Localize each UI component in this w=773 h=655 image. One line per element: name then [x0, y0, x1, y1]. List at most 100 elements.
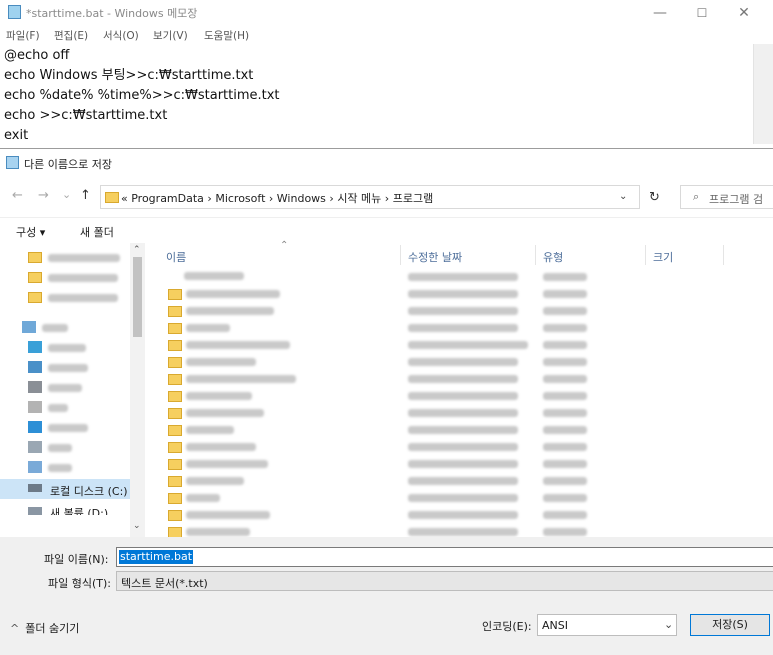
breadcrumb-start-menu[interactable]: 시작 메뉴: [337, 192, 381, 205]
breadcrumb-sep: ›: [384, 192, 390, 205]
dialog-toolbar: 구성 ▾ 새 폴더: [0, 217, 773, 244]
filename-value: starttime.bat: [119, 550, 194, 564]
hide-folders-label: 폴더 숨기기: [25, 622, 80, 635]
notepad-titlebar: *starttime.bat - Windows 메모장 — ☐ ✕: [0, 0, 773, 26]
breadcrumb-sep: ›: [329, 192, 334, 205]
editor-line: exit: [4, 128, 29, 143]
breadcrumb-programdata[interactable]: ProgramData: [131, 192, 204, 205]
table-row[interactable]: [150, 490, 773, 507]
table-row[interactable]: [150, 473, 773, 490]
table-row[interactable]: [150, 439, 773, 456]
chevron-down-icon[interactable]: ⌄: [619, 191, 627, 202]
new-folder-button[interactable]: 새 폴더: [80, 224, 114, 240]
maximize-button[interactable]: ☐: [679, 0, 725, 26]
chevron-up-icon[interactable]: ⌃: [133, 245, 141, 255]
videos-icon: [28, 461, 42, 473]
forward-icon[interactable]: →: [38, 188, 49, 203]
filetype-value: 텍스트 문서(*.txt): [121, 577, 208, 590]
notepad-title: *starttime.bat - Windows 메모장: [26, 7, 198, 20]
encoding-label: 인코딩(E):: [482, 620, 532, 633]
table-row[interactable]: [150, 303, 773, 320]
folder-icon: [168, 408, 182, 419]
filename-label: 파일 이름(N):: [44, 553, 109, 566]
search-icon: ⌕: [693, 190, 700, 203]
table-row[interactable]: [150, 405, 773, 422]
folder-icon: [28, 272, 42, 283]
menu-view[interactable]: 보기(V): [153, 28, 188, 43]
table-row[interactable]: [150, 354, 773, 371]
editor-line: echo Windows 부팅>>c:₩starttime.txt: [4, 68, 254, 83]
recent-locations-icon[interactable]: ⌄: [62, 188, 71, 201]
close-button[interactable]: ✕: [721, 0, 767, 26]
table-row[interactable]: [150, 388, 773, 405]
minimize-button[interactable]: —: [637, 0, 683, 26]
back-icon[interactable]: ←: [12, 188, 23, 203]
column-date[interactable]: 수정한 날짜: [408, 249, 462, 265]
chevron-up-icon: ^: [10, 622, 20, 635]
folder-icon: [168, 357, 182, 368]
table-row[interactable]: [150, 371, 773, 388]
column-type[interactable]: 유형: [543, 249, 563, 265]
navigation-pane[interactable]: 로컬 디스크 (C:) 새 볼륨 (D:): [0, 243, 145, 537]
desktop-icon: [28, 421, 42, 433]
nav-item-new-volume[interactable]: 새 볼륨 (D:): [0, 501, 130, 515]
filetype-select[interactable]: 텍스트 문서(*.txt): [116, 571, 773, 591]
notepad-editor[interactable]: @echo off echo Windows 부팅>>c:₩starttime.…: [0, 44, 753, 144]
editor-line: echo %date% %time%>>c:₩starttime.txt: [4, 88, 280, 103]
folder-icon: [168, 476, 182, 487]
breadcrumb-sep: ›: [268, 192, 274, 205]
folder-icon: [168, 442, 182, 453]
refresh-icon[interactable]: ↻: [649, 190, 660, 205]
breadcrumb-microsoft[interactable]: Microsoft: [215, 192, 265, 205]
folder-icon: [168, 459, 182, 470]
filename-input[interactable]: starttime.bat: [116, 547, 773, 567]
music-icon: [28, 401, 42, 413]
chevron-down-icon[interactable]: ⌄: [133, 521, 141, 531]
organize-button[interactable]: 구성 ▾: [16, 224, 45, 240]
scroll-thumb[interactable]: [133, 257, 142, 337]
editor-scrollbar[interactable]: [753, 44, 773, 144]
save-options: 파일 이름(N): starttime.bat 파일 형식(T): 텍스트 문서…: [0, 537, 773, 655]
menu-file[interactable]: 파일(F): [6, 28, 40, 43]
table-row[interactable]: [150, 286, 773, 303]
download-icon: [28, 361, 42, 373]
table-row[interactable]: [150, 320, 773, 337]
breadcrumb-overflow[interactable]: «: [121, 192, 128, 205]
table-row[interactable]: [150, 456, 773, 473]
file-list[interactable]: ⌃ 이름 수정한 날짜 유형 크기: [150, 240, 773, 537]
menu-edit[interactable]: 편집(E): [54, 28, 88, 43]
encoding-value: ANSI: [542, 619, 568, 632]
address-bar[interactable]: « ProgramData › Microsoft › Windows › 시작…: [100, 185, 640, 209]
folder-icon: [168, 323, 182, 334]
menu-format[interactable]: 서식(O): [103, 28, 139, 43]
table-row[interactable]: [150, 524, 773, 537]
dialog-body: 로컬 디스크 (C:) 새 볼륨 (D:) ⌃ ⌄ ⌃ 이름 수정한 날짜 유형…: [0, 240, 773, 537]
folder-icon: [168, 340, 182, 351]
column-name[interactable]: 이름: [166, 249, 186, 265]
breadcrumb-programs[interactable]: 프로그램: [393, 192, 433, 205]
encoding-select[interactable]: ANSI ⌄: [537, 614, 677, 636]
save-as-dialog: 다른 이름으로 저장 ← → ⌄ ↑ « ProgramData › Micro…: [0, 148, 773, 655]
drive-icon: [28, 484, 42, 492]
dialog-titlebar: 다른 이름으로 저장: [0, 149, 773, 177]
folder-icon: [168, 527, 182, 537]
folder-icon: [105, 192, 119, 203]
save-button[interactable]: 저장(S): [690, 614, 770, 636]
folder-icon: [168, 391, 182, 402]
table-row[interactable]: [150, 337, 773, 354]
documents-icon: [28, 381, 42, 393]
up-icon[interactable]: ↑: [80, 188, 91, 203]
pictures-icon: [28, 441, 42, 453]
table-row[interactable]: [150, 422, 773, 439]
menu-help[interactable]: 도움말(H): [204, 28, 249, 43]
column-size[interactable]: 크기: [653, 249, 673, 265]
breadcrumb-windows[interactable]: Windows: [277, 192, 326, 205]
table-row[interactable]: [150, 269, 773, 286]
breadcrumb-sep: ›: [207, 192, 212, 205]
hide-folders-button[interactable]: ^ 폴더 숨기기: [10, 620, 79, 636]
table-row[interactable]: [150, 507, 773, 524]
search-input[interactable]: ⌕ 프로그램 검: [680, 185, 773, 209]
chevron-down-icon: ⌄: [664, 618, 674, 631]
nav-item-local-disk[interactable]: 로컬 디스크 (C:): [0, 479, 130, 499]
nav-pane-scrollbar[interactable]: ⌃ ⌄: [130, 243, 145, 537]
